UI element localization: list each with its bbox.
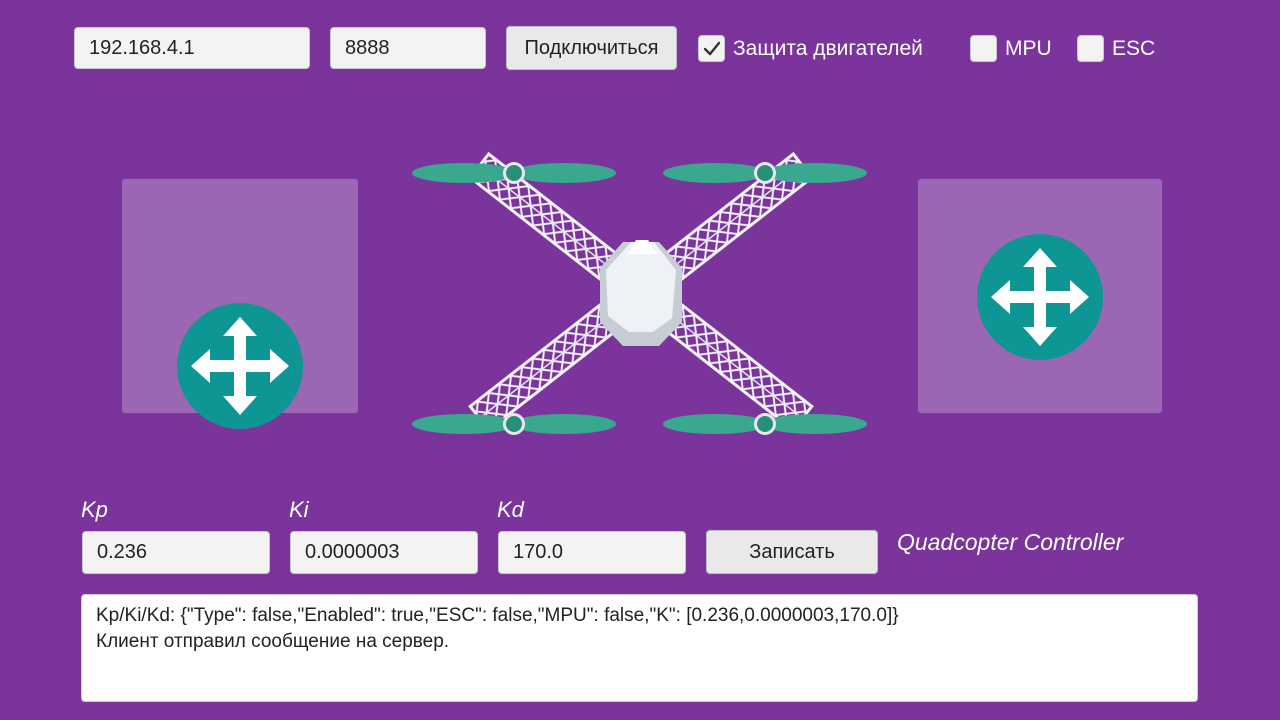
right-joystick-knob[interactable] xyxy=(977,234,1103,360)
log-line: Kp/Ki/Kd: {"Type": false,"Enabled": true… xyxy=(96,605,899,626)
kd-value: 170.0 xyxy=(513,541,564,563)
ip-value: 192.168.4.1 xyxy=(89,36,195,59)
log-output[interactable]: Kp/Ki/Kd: {"Type": false,"Enabled": true… xyxy=(81,594,1198,702)
left-joystick-knob[interactable] xyxy=(177,303,303,429)
move-arrows-icon xyxy=(191,317,289,415)
app-title: Quadcopter Controller xyxy=(897,529,1124,555)
ki-input[interactable]: 0.0000003 xyxy=(290,531,478,574)
port-input[interactable]: 8888 xyxy=(330,27,486,69)
kd-input[interactable]: 170.0 xyxy=(498,531,686,574)
quadcopter-icon xyxy=(412,151,867,435)
write-button[interactable]: Записать xyxy=(706,530,878,574)
ki-label: Ki xyxy=(289,497,309,522)
mpu-checkbox[interactable] xyxy=(970,35,997,62)
move-arrows-icon xyxy=(991,248,1089,346)
connect-button[interactable]: Подключиться xyxy=(506,26,677,70)
drone-body xyxy=(600,240,682,346)
ip-input[interactable]: 192.168.4.1 xyxy=(74,27,310,69)
motor-protection-label: Защита двигателей xyxy=(733,37,923,60)
kp-label: Kp xyxy=(81,497,108,522)
log-line: Клиент отправил сообщение на сервер. xyxy=(96,631,450,652)
kd-label: Kd xyxy=(497,497,524,522)
connect-label: Подключиться xyxy=(524,36,659,59)
kp-value: 0.236 xyxy=(97,541,148,563)
kp-input[interactable]: 0.236 xyxy=(82,531,270,574)
esc-checkbox[interactable] xyxy=(1077,35,1104,62)
motor-protection-checkbox[interactable] xyxy=(698,35,725,62)
ki-value: 0.0000003 xyxy=(305,541,400,563)
write-label: Записать xyxy=(749,540,835,563)
checkmark-icon xyxy=(703,41,720,55)
mpu-label: MPU xyxy=(1005,37,1052,60)
port-value: 8888 xyxy=(345,36,390,59)
esc-label: ESC xyxy=(1112,37,1156,60)
